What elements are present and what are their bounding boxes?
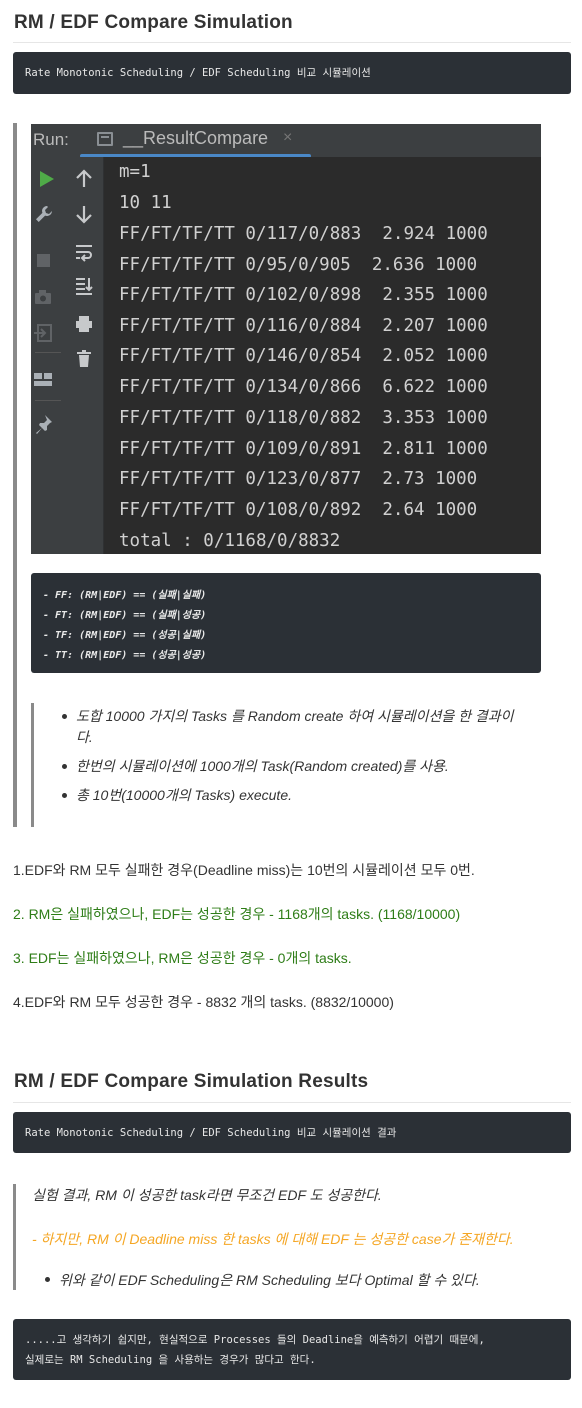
bullet-dot: [45, 1277, 50, 1282]
title-divider: [13, 42, 571, 43]
code-line: .....고 생각하기 쉽지만, 현실적으로 Processes 들의 Dead…: [25, 1334, 485, 1346]
title-divider: [13, 1102, 571, 1103]
run-icon[interactable]: [36, 169, 56, 189]
stop-icon[interactable]: [34, 251, 54, 271]
console-line: FF/FT/TF/TT 0/134/0/866 6.622 1000: [119, 377, 488, 397]
legend-line: - TF: (RM|EDF) == (성공|실패): [43, 630, 207, 641]
close-tab-icon[interactable]: ×: [283, 129, 292, 147]
gutter-separator: [35, 352, 61, 353]
camera-icon[interactable]: [33, 287, 53, 307]
console-line: FF/FT/TF/TT 0/102/0/898 2.355 1000: [119, 285, 488, 305]
result-paragraph: 4.EDF와 RM 모두 성공한 경우 - 8832 개의 tasks. (88…: [13, 994, 394, 1010]
result-paragraph: 2. RM은 실패하였으나, EDF는 성공한 경우 - 1168개의 task…: [13, 906, 461, 922]
legend-line: - TT: (RM|EDF) == (성공|성공): [43, 650, 207, 661]
ide-run-window: Run: __ResultCompare × m=1 10 11 FF/FT/T…: [31, 124, 541, 554]
legend-code-block: - FF: (RM|EDF) == (실패|실패) - FT: (RM|EDF)…: [31, 573, 541, 673]
console-line: FF/FT/TF/TT 0/108/0/892 2.64 1000: [119, 500, 478, 520]
console-line: total : 0/1168/0/8832: [119, 531, 341, 551]
bullet-dot: [62, 714, 67, 719]
bullet-dot: [62, 764, 67, 769]
code-block: Rate Monotonic Scheduling / EDF Scheduli…: [13, 52, 571, 94]
console-line: FF/FT/TF/TT 0/116/0/884 2.207 1000: [119, 316, 488, 336]
console-line: FF/FT/TF/TT 0/109/0/891 2.811 1000: [119, 439, 488, 459]
code-block: Rate Monotonic Scheduling / EDF Scheduli…: [13, 1112, 571, 1153]
console-line: FF/FT/TF/TT 0/95/0/905 2.636 1000: [119, 255, 478, 275]
console-line: FF/FT/TF/TT 0/118/0/882 3.353 1000: [119, 408, 488, 428]
wrench-icon[interactable]: [34, 204, 54, 224]
code-block: .....고 생각하기 쉽지만, 현실적으로 Processes 들의 Dead…: [13, 1319, 571, 1380]
run-label: Run:: [33, 130, 69, 149]
code-line: Rate Monotonic Scheduling / EDF Scheduli…: [25, 67, 371, 79]
bullet-text: 위와 같이 EDF Scheduling은 RM Scheduling 보다 O…: [59, 1272, 480, 1288]
quote-line: 실험 결과, RM 이 성공한 task라면 무조건 EDF 도 성공한다.: [32, 1187, 382, 1203]
bullet-text: 한번의 시뮬레이션에 1000개의 Task(Random created)를 …: [76, 758, 449, 774]
result-paragraph: 3. EDF는 실패하였으나, RM은 성공한 경우 - 0개의 tasks.: [13, 950, 352, 966]
code-line: 실제로는 RM Scheduling 을 사용하는 경우가 많다고 한다.: [25, 1354, 316, 1366]
blockquote-bar: [13, 1184, 16, 1290]
gutter-separator: [35, 400, 61, 401]
console-tab-icon: [97, 132, 113, 146]
blockquote-bar: [13, 123, 17, 827]
bullet-text: 도합 10000 가지의 Tasks 를 Random create 하여 시뮬…: [76, 708, 514, 724]
down-arrow-icon[interactable]: [74, 204, 94, 224]
nested-blockquote-bar: [31, 703, 34, 827]
up-arrow-icon[interactable]: [74, 169, 94, 189]
legend-line: - FT: (RM|EDF) == (실패|성공): [43, 610, 207, 621]
bullet-text: 다.: [76, 729, 93, 745]
result-paragraph: 1.EDF와 RM 모두 실패한 경우(Deadline miss)는 10번의…: [13, 862, 475, 878]
quote-highlight: - 하지만, RM 이 Deadline miss 한 tasks 에 대해 E…: [32, 1231, 514, 1247]
console-line: m=1: [119, 162, 151, 182]
layout-icon[interactable]: [33, 369, 53, 389]
code-line: Rate Monotonic Scheduling / EDF Scheduli…: [25, 1127, 397, 1139]
login-icon[interactable]: [33, 323, 53, 343]
console-line: FF/FT/TF/TT 0/146/0/854 2.052 1000: [119, 346, 488, 366]
scroll-to-end-icon[interactable]: [74, 276, 94, 296]
pin-icon[interactable]: [33, 414, 53, 434]
trash-icon[interactable]: [74, 349, 94, 369]
bullet-text: 총 10번(10000개의 Tasks) execute.: [76, 787, 292, 803]
result-compare-tab[interactable]: __ResultCompare: [123, 128, 268, 149]
section-title: RM / EDF Compare Simulation Results: [14, 1071, 369, 1092]
soft-wrap-icon[interactable]: [74, 242, 94, 262]
console-line: 10 11: [119, 193, 172, 213]
bullet-dot: [62, 793, 67, 798]
legend-line: - FF: (RM|EDF) == (실패|실패): [43, 590, 207, 601]
print-icon[interactable]: [74, 314, 94, 334]
console-line: FF/FT/TF/TT 0/117/0/883 2.924 1000: [119, 224, 488, 244]
section-title: RM / EDF Compare Simulation: [14, 12, 293, 33]
console-line: FF/FT/TF/TT 0/123/0/877 2.73 1000: [119, 469, 478, 489]
